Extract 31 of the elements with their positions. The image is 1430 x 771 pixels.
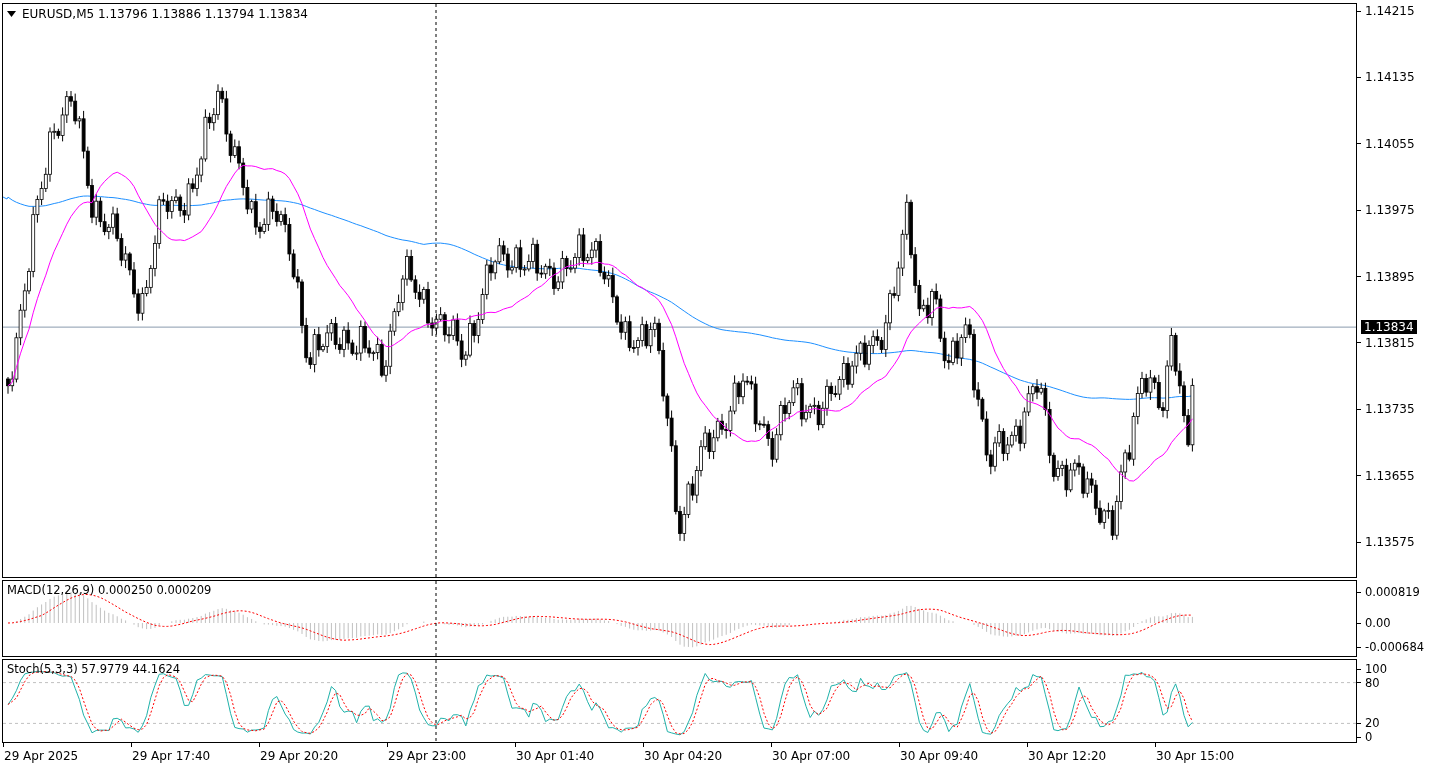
- price-label: 1.13735: [1365, 402, 1415, 417]
- indicator-scale-label: -0.000684: [1365, 640, 1425, 654]
- price-label: 1.14135: [1365, 70, 1415, 85]
- time-label: 29 Apr 2025: [4, 748, 79, 763]
- time-label: 30 Apr 09:40: [900, 748, 979, 763]
- indicator-scale-label: 0.000819: [1365, 585, 1420, 599]
- time-label: 30 Apr 07:00: [772, 748, 851, 763]
- current-price-label: 1.13834: [1361, 320, 1417, 335]
- chart-header: EURUSD,M5 1.13796 1.13886 1.13794 1.13834: [22, 7, 308, 21]
- price-label: 1.14055: [1365, 136, 1415, 151]
- time-label: 30 Apr 04:20: [644, 748, 723, 763]
- time-label: 29 Apr 17:40: [132, 748, 211, 763]
- time-label: 30 Apr 01:40: [516, 748, 595, 763]
- stochastic-label: Stoch(5,3,3) 57.9779 44.1624: [7, 662, 181, 676]
- price-label: 1.13815: [1365, 335, 1415, 350]
- macd-label: MACD(12,26,9) 0.000250 0.000209: [7, 583, 212, 597]
- price-label: 1.13975: [1365, 203, 1415, 218]
- price-label: 1.13895: [1365, 269, 1415, 284]
- price-label: 1.13575: [1365, 535, 1415, 549]
- indicator-scale-label: 0: [1365, 730, 1373, 744]
- time-label: 29 Apr 23:00: [388, 748, 467, 763]
- indicator-scale-label: 0.00: [1365, 616, 1391, 630]
- price-label: 1.14215: [1365, 4, 1415, 18]
- indicator-scale-label: 20: [1365, 716, 1380, 731]
- time-label: 29 Apr 20:20: [260, 748, 339, 763]
- time-label: 30 Apr 12:20: [1028, 748, 1107, 763]
- indicator-scale-label: 100: [1365, 662, 1387, 676]
- price-label: 1.13655: [1365, 468, 1415, 483]
- time-label: 30 Apr 15:00: [1156, 748, 1235, 763]
- dropdown-arrow-icon[interactable]: [7, 11, 16, 17]
- indicator-scale-label: 80: [1365, 675, 1380, 690]
